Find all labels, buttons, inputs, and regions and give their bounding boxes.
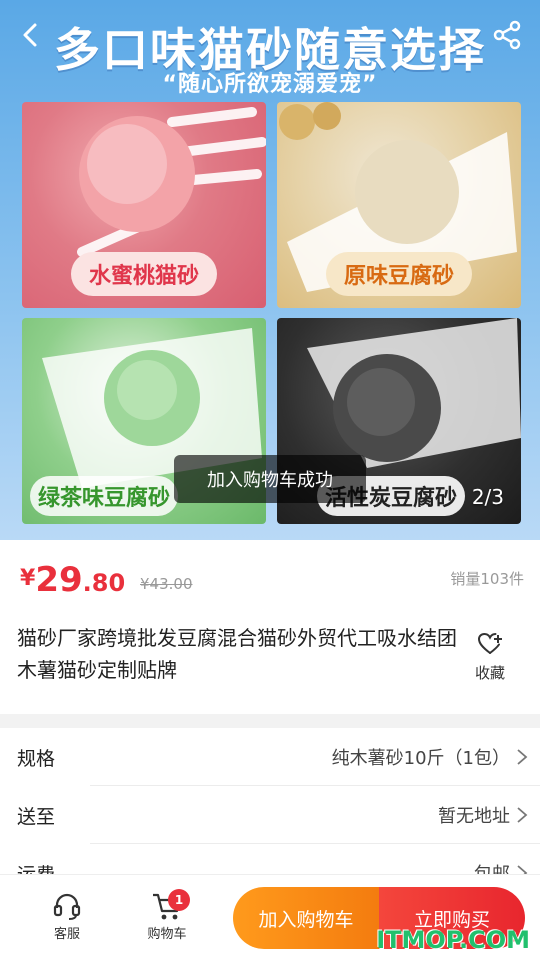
spec-row-value: 纯木薯砂10斤（1包） bbox=[331, 748, 510, 769]
sales-count: 销量103件 bbox=[450, 570, 524, 588]
spec-row-label: 规格 bbox=[17, 748, 56, 770]
spec-row[interactable]: 规格 纯木薯砂10斤（1包） bbox=[0, 728, 540, 786]
add-to-cart-button[interactable]: 加入购物车 bbox=[233, 887, 379, 949]
tile-label-peach: 水蜜桃猫砂 bbox=[70, 252, 218, 296]
price-integer: 29 bbox=[35, 560, 83, 600]
headset-icon bbox=[53, 893, 81, 920]
cart-count-badge: 1 bbox=[168, 889, 190, 911]
delivery-row-label: 送至 bbox=[17, 806, 56, 828]
product-info: ¥29.80 ¥43.00 销量103件 猫砂厂家跨境批发豆腐混合猫砂外贸代工吸… bbox=[0, 540, 540, 714]
chevron-right-icon bbox=[517, 807, 528, 823]
watermark: ITMOP.COM bbox=[376, 926, 530, 954]
tile-label-green-tea: 绿茶味豆腐砂 bbox=[30, 476, 179, 516]
price-decimal: .80 bbox=[82, 569, 126, 597]
chevron-right-icon bbox=[517, 749, 528, 765]
delivery-row[interactable]: 送至 暂无地址 bbox=[0, 786, 540, 844]
banner-subtitle: “随心所欲宠溺爱宠” bbox=[162, 72, 378, 97]
customer-service-label: 客服 bbox=[53, 927, 80, 942]
product-title: 猫砂厂家跨境批发豆腐混合猫砂外贸代工吸水结团木薯猫砂定制贴牌 bbox=[17, 626, 457, 682]
favorite-button[interactable]: 收藏 bbox=[468, 632, 512, 683]
cart-label: 购物车 bbox=[147, 927, 187, 942]
tile-label-tofu: 原味豆腐砂 bbox=[325, 252, 473, 296]
share-icon[interactable] bbox=[492, 20, 522, 50]
toast-message: 加入购物车成功 bbox=[174, 455, 366, 503]
tofu-litter-image: 原味豆腐砂 bbox=[277, 102, 521, 308]
customer-service-button[interactable]: 客服 bbox=[37, 891, 97, 942]
favorite-label: 收藏 bbox=[474, 664, 505, 682]
carousel-pager: 2/3 bbox=[471, 485, 504, 509]
bottom-action-bar: 客服 购物车 1 加入购物车 立即购买 ITMOP.COM bbox=[0, 874, 540, 960]
delivery-row-value: 暂无地址 bbox=[438, 806, 510, 827]
original-price: ¥43.00 bbox=[140, 575, 193, 593]
heart-plus-icon bbox=[477, 632, 502, 654]
peach-litter-image: 水蜜桃猫砂 bbox=[22, 102, 266, 308]
current-price: ¥29.80 bbox=[20, 560, 125, 600]
back-icon[interactable] bbox=[18, 22, 44, 48]
spec-list: 规格 纯木薯砂10斤（1包） 送至 暂无地址 运费 包邮 bbox=[0, 728, 540, 888]
price-currency: ¥ bbox=[20, 566, 36, 591]
